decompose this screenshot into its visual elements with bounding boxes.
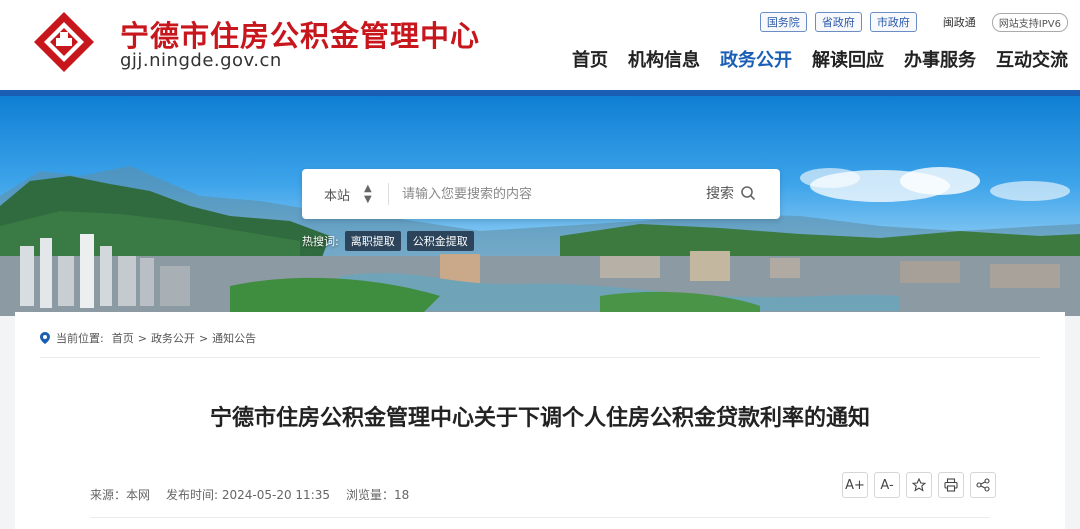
article-views: 浏览量：18 [346, 488, 410, 502]
article-tools: A+ A- [842, 472, 996, 498]
star-icon [912, 478, 926, 492]
search-input[interactable] [402, 180, 692, 208]
search-icon [741, 186, 756, 201]
hot-tag-fund-withdraw[interactable]: 公积金提取 [406, 231, 474, 251]
logo-icon[interactable] [32, 10, 96, 74]
main-nav: 首页 机构信息 政务公开 解读回应 办事服务 互动交流 [572, 46, 1068, 72]
breadcrumb: 当前位置: 首页 > 政务公开 > 通知公告 [40, 330, 256, 346]
article-title: 宁德市住房公积金管理中心关于下调个人住房公积金贷款利率的通知 [209, 406, 870, 431]
hot-tag-resign-withdraw[interactable]: 离职提取 [344, 231, 401, 251]
font-increase-button[interactable]: A+ [842, 472, 868, 498]
location-pin-icon [40, 332, 50, 344]
updown-chevron-icon[interactable]: ▲ ▼ [364, 183, 372, 205]
nav-gov-affairs[interactable]: 政务公开 [720, 46, 792, 72]
site-domain: gjj.ningde.gov.cn [120, 50, 282, 71]
nav-interpretation[interactable]: 解读回应 [812, 46, 884, 72]
nav-services[interactable]: 办事服务 [904, 46, 976, 72]
article-panel: 当前位置: 首页 > 政务公开 > 通知公告 宁德市住房公积金管理中心关于下调个… [15, 312, 1065, 529]
breadcrumb-separator: > [137, 331, 147, 345]
nav-home[interactable]: 首页 [572, 46, 608, 72]
font-decrease-button[interactable]: A- [874, 472, 900, 498]
link-province-gov[interactable]: 省政府 [814, 12, 862, 32]
hot-search-label: 热搜词: [302, 235, 339, 248]
breadcrumb-divider [40, 357, 1040, 358]
search-divider [388, 183, 389, 205]
breadcrumb-label: 当前位置: [56, 332, 104, 345]
nav-interaction[interactable]: 互动交流 [996, 46, 1068, 72]
breadcrumb-separator: > [198, 331, 209, 345]
font-decrease-icon: A- [880, 477, 894, 493]
link-city-gov[interactable]: 市政府 [869, 12, 917, 32]
meta-divider [90, 517, 990, 518]
breadcrumb-gov-affairs[interactable]: 政务公开 [151, 330, 195, 346]
hot-search: 热搜词: 离职提取 公积金提取 [302, 231, 474, 251]
site-title[interactable]: 宁德市住房公积金管理中心 [120, 13, 480, 55]
link-minzhengtong[interactable]: 闽政通 [943, 14, 976, 30]
article-meta: 来源：本网 发布时间: 2024-05-20 11:35 浏览量：18 [90, 486, 409, 503]
breadcrumb-notices[interactable]: 通知公告 [212, 330, 256, 346]
link-state-council[interactable]: 国务院 [759, 12, 807, 32]
breadcrumb-home[interactable]: 首页 [112, 330, 134, 346]
share-button[interactable] [970, 472, 996, 498]
search-scope-select[interactable]: 本站 [324, 185, 350, 204]
share-icon [976, 478, 990, 492]
article-published: 发布时间: 2024-05-20 11:35 [166, 488, 331, 502]
search-box: 本站 ▲▼ 搜索 [302, 169, 780, 219]
ipv6-badge: 网站支持IPV6 [991, 12, 1068, 32]
print-button[interactable] [938, 472, 964, 498]
nav-org-info[interactable]: 机构信息 [628, 46, 700, 72]
search-button-label: 搜索 [706, 186, 734, 202]
site-header: 宁德市住房公积金管理中心 gjj.ningde.gov.cn 国务院 省政府 市… [0, 0, 1080, 90]
search-button[interactable]: 搜索 [706, 183, 756, 203]
top-links: 国务院 省政府 市政府 闽政通 网站支持IPV6 [759, 12, 1068, 32]
favorite-button[interactable] [906, 472, 932, 498]
printer-icon [944, 478, 958, 492]
article-source: 来源：本网 [90, 488, 151, 502]
font-increase-icon: A+ [845, 477, 865, 493]
